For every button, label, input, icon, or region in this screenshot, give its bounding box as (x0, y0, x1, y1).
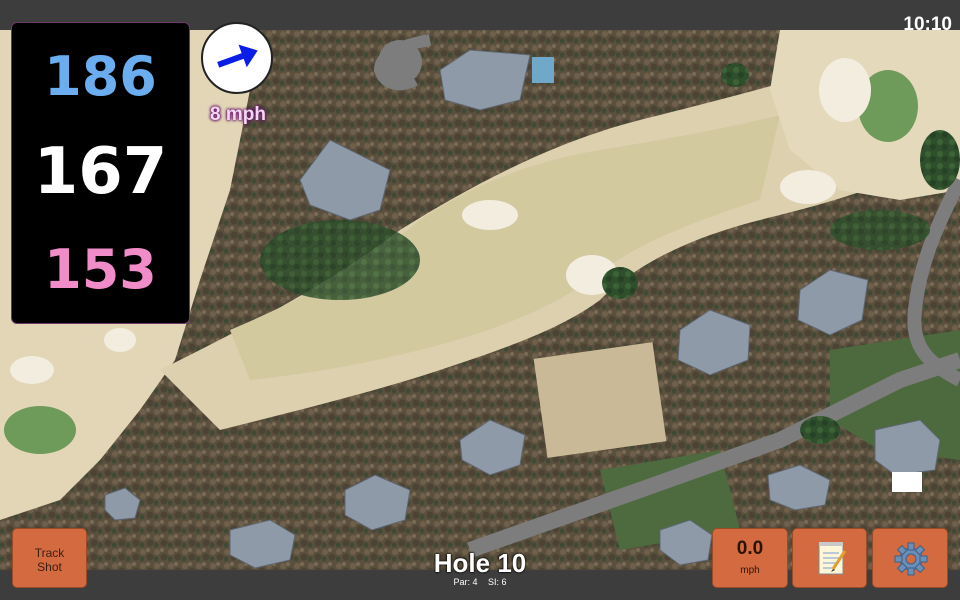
wind-indicator (201, 22, 273, 94)
stroke-index-label: SI: 6 (488, 577, 507, 587)
par-label: Par: 4 (453, 577, 478, 587)
track-shot-label-line1: Track (34, 546, 65, 560)
speed-value: 0.0 (736, 538, 764, 559)
speed-button[interactable]: 0.0 mph (712, 528, 788, 588)
wind-speed: 8 mph (210, 104, 266, 125)
front-distance: 153 (44, 238, 157, 301)
speed-unit: mph (740, 565, 760, 576)
distance-panel: 186 167 153 (11, 22, 190, 324)
track-shot-button[interactable]: Track Shot (12, 528, 87, 588)
notepad-icon (818, 542, 847, 575)
back-distance: 186 (44, 45, 157, 108)
middle-distance: 167 (33, 135, 168, 209)
clock-time: 10:10 (903, 14, 952, 35)
arrow-icon (217, 44, 258, 68)
notes-button[interactable] (792, 528, 867, 588)
gear-icon (894, 542, 928, 576)
hole-title: Hole 10 (433, 548, 527, 578)
track-shot-label-line2: Shot (37, 560, 62, 574)
settings-button[interactable] (872, 528, 948, 588)
hole-info: Par: 4 SI: 6 (380, 577, 580, 587)
